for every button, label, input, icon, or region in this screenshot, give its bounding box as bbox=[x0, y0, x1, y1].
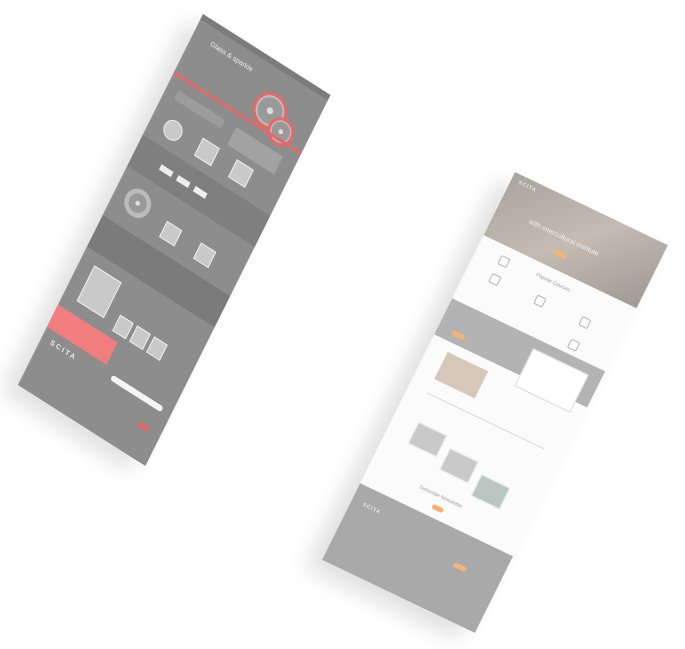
brake-image bbox=[194, 137, 220, 167]
course-icon bbox=[497, 254, 511, 269]
brake-disc-image bbox=[160, 115, 186, 145]
newsletter-input[interactable] bbox=[109, 374, 164, 413]
course-icon bbox=[566, 338, 581, 352]
blog-photo bbox=[470, 474, 511, 510]
courses-heading: Popular Courses bbox=[534, 272, 572, 294]
students-photo bbox=[434, 351, 489, 399]
person-photo bbox=[76, 265, 122, 319]
intro-text bbox=[173, 90, 226, 129]
send-button[interactable] bbox=[137, 421, 150, 433]
left-website-mockup: Glass & sparkle SCITA bbox=[17, 14, 331, 467]
team-photo bbox=[112, 314, 134, 340]
course-icon bbox=[533, 294, 547, 308]
subscribe-banner bbox=[46, 304, 118, 365]
engine-image bbox=[193, 242, 217, 269]
subscribe-button[interactable] bbox=[431, 503, 445, 514]
blog-photo bbox=[439, 448, 479, 484]
footer bbox=[321, 483, 514, 633]
team-photo bbox=[146, 336, 168, 361]
wheel-image bbox=[119, 183, 156, 224]
course-icon bbox=[578, 315, 592, 330]
testimonials-band bbox=[87, 215, 231, 328]
top-nav-bar bbox=[200, 14, 331, 101]
right-website-mockup: SCITA with intercultural institute Popul… bbox=[321, 172, 668, 633]
seat-image bbox=[159, 220, 183, 247]
course-icon bbox=[488, 272, 502, 287]
newsletter-heading: Subscribe Newsletter bbox=[418, 484, 464, 511]
part-image bbox=[228, 159, 254, 188]
team-photo bbox=[129, 325, 151, 351]
blog-photo bbox=[407, 421, 448, 458]
